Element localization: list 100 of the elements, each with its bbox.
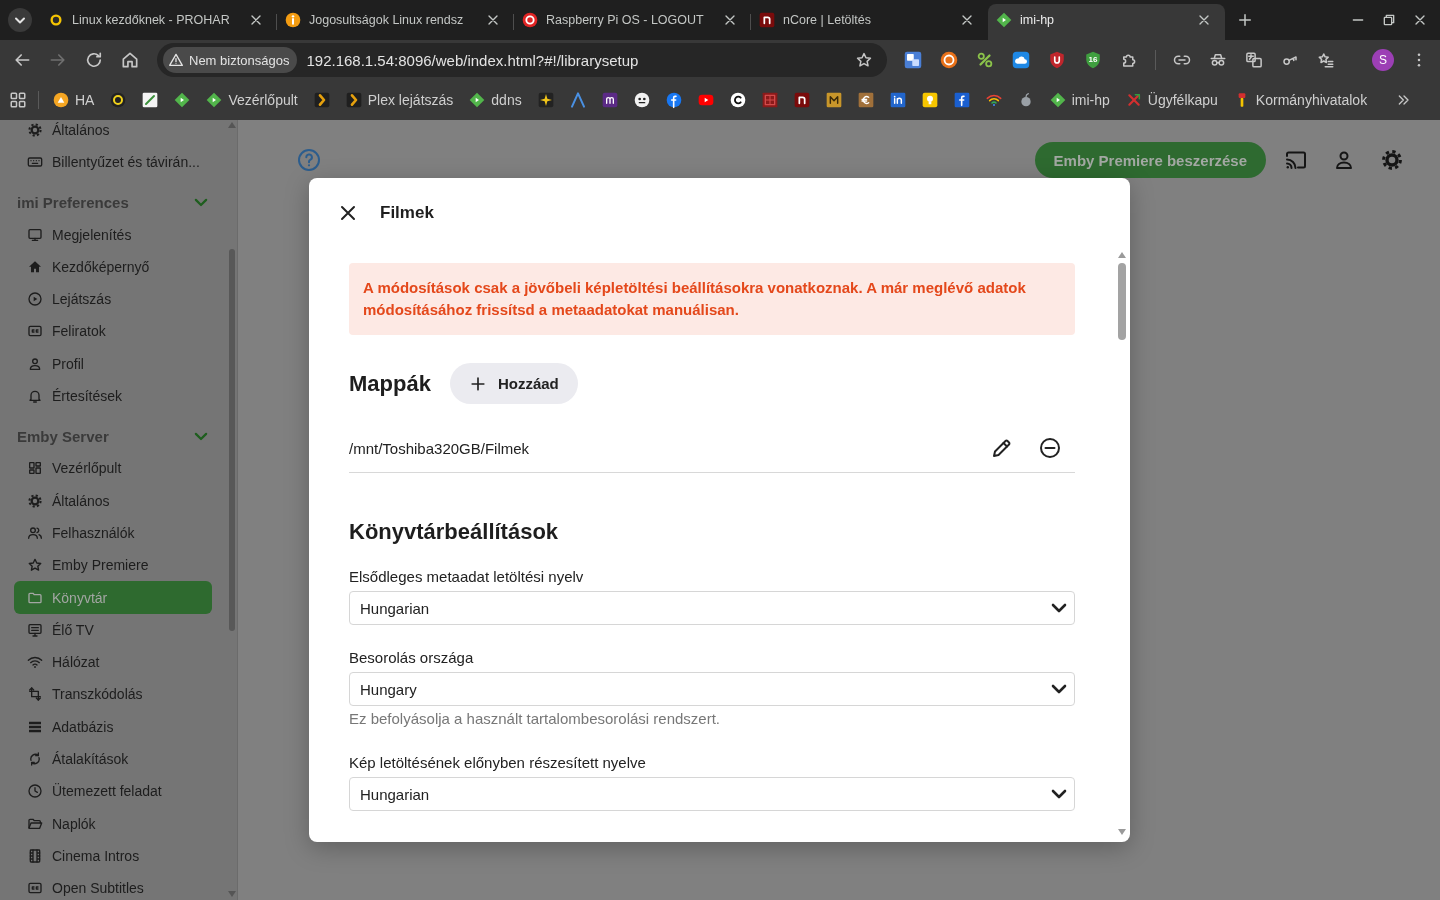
play-icon[interactable] (697, 92, 714, 108)
sidebar-item[interactable]: Vezérlőpult (14, 452, 212, 485)
premiere-button[interactable]: Emby Premiere beszerzése (1034, 142, 1266, 178)
apps-icon[interactable] (9, 91, 27, 109)
sidebar-item[interactable]: Adatbázis (14, 710, 212, 743)
incognito-icon[interactable] (1209, 51, 1227, 69)
clock-icon (27, 783, 43, 800)
field-label: Elsődleges metaadat letöltési nyelv (349, 568, 585, 586)
address-bar[interactable]: Nem biztonságos 192.168.1.54:8096/web/index.html?#!/librarysetup (157, 43, 887, 77)
profile-avatar[interactable]: S (1372, 49, 1394, 71)
section-header[interactable]: Emby Server (0, 412, 228, 453)
ring-icon[interactable] (110, 92, 127, 108)
sparkle-icon[interactable] (537, 92, 554, 108)
circle-icon[interactable] (665, 92, 682, 108)
help-text: Ez befolyásolja a használt tartalombesorolási rendszert. (349, 710, 722, 728)
wifi-icon[interactable] (985, 92, 1002, 108)
dropdown[interactable]: Hungarian (349, 777, 1075, 811)
section-header[interactable]: imi Preferences (0, 178, 228, 219)
sidebar-item[interactable]: Feliratok (14, 315, 212, 348)
chevron-icon (345, 92, 362, 108)
translate-icon[interactable] (904, 51, 922, 69)
chevron-icon[interactable] (313, 92, 330, 108)
scroll-up-arrow-icon[interactable] (1118, 252, 1126, 258)
circle-icon[interactable] (729, 92, 746, 108)
home-icon[interactable] (120, 50, 140, 70)
bulb-icon[interactable] (921, 92, 938, 108)
sidebar-item[interactable]: Átalakítások (14, 742, 212, 776)
sidebar-item[interactable]: Lejátszás (14, 283, 212, 316)
square-icon[interactable] (953, 92, 970, 108)
film-icon (27, 847, 43, 864)
cross-icon (1125, 92, 1142, 108)
percent-icon[interactable] (976, 51, 994, 69)
restore-icon[interactable] (1381, 12, 1397, 28)
sidebar-item[interactable]: Profil (14, 347, 212, 380)
bell-icon (27, 388, 43, 405)
sidebar-item[interactable]: Értesítések (14, 379, 212, 413)
translate-icon[interactable] (1245, 51, 1263, 69)
play-icon (27, 291, 43, 308)
tab-search-icon[interactable] (8, 8, 32, 32)
sidebar-item[interactable]: Transzkódolás (14, 678, 212, 711)
square-icon[interactable] (825, 92, 842, 108)
sidebar-item[interactable]: Billentyűzet és távirán... (14, 146, 212, 179)
scrollbar-thumb[interactable] (1118, 263, 1126, 340)
browser-tab[interactable]: imi-hp (988, 4, 1225, 40)
settings-icon[interactable] (1380, 148, 1404, 172)
sidebar-item[interactable]: Felhasználók (14, 516, 212, 550)
screen-icon (27, 621, 43, 638)
shield-icon[interactable] (1048, 51, 1066, 69)
circle-icon (53, 92, 69, 108)
bookmark[interactable]: Vezérlőpult (198, 86, 306, 114)
sidebar-item[interactable]: Naplók (14, 807, 212, 840)
section-heading: Könyvtárbeállítások (349, 518, 560, 546)
sidebar-item[interactable]: Ütemezett feladat (14, 775, 212, 808)
star-icon[interactable] (855, 51, 873, 69)
sidebar-item[interactable]: Cinema Intros (14, 839, 212, 873)
scroll-down-arrow-icon[interactable] (1118, 829, 1126, 835)
circle-icon[interactable] (940, 51, 958, 69)
extensions-icon[interactable] (1120, 51, 1138, 69)
bookmark[interactable]: Plex lejátszás (337, 86, 462, 114)
browser-tab[interactable]: Raspberry Pi OS - LOGOUT (514, 4, 751, 40)
plus-icon[interactable] (1236, 11, 1254, 29)
sidebar-item[interactable]: Emby Premiere (14, 549, 212, 582)
scrollbar-thumb[interactable] (229, 249, 235, 631)
bookmark[interactable]: ddns (461, 86, 530, 114)
badge-count: 16 (1087, 55, 1099, 65)
security-chip[interactable]: Nem biztonságos (163, 47, 298, 73)
sidebar-item[interactable]: Hálózat (14, 645, 212, 679)
sidebar-item[interactable]: Általános (14, 484, 212, 517)
bookmark[interactable]: Kormányhivatalok (1225, 86, 1376, 114)
browser-tab[interactable]: Linux kezdőknek - PROHAR (40, 4, 277, 40)
diamond-icon[interactable] (174, 92, 191, 108)
shield-icon[interactable]: 16 (1084, 51, 1102, 69)
sidebar-item[interactable]: Open Subtitles (14, 872, 212, 900)
cloud-icon[interactable] (1012, 51, 1030, 69)
dropdown[interactable]: Hungarian (349, 591, 1075, 625)
dropdown[interactable]: Hungary (349, 672, 1075, 706)
bookmark[interactable]: imi-hp (1041, 86, 1118, 114)
browser-tab[interactable]: nCore | Letöltés (751, 4, 988, 40)
square-icon (759, 12, 775, 28)
sidebar-item[interactable]: Megjelenítés (14, 218, 212, 251)
crop-icon (27, 686, 43, 703)
sidebar-item[interactable]: Élő TV (14, 613, 212, 646)
bookmark[interactable]: Ügyfélkapu (1117, 86, 1226, 114)
peak-icon[interactable] (569, 92, 586, 108)
minus-circle-icon[interactable] (1038, 436, 1062, 460)
square-icon[interactable] (601, 92, 618, 108)
sidebar-item[interactable]: Könyvtár (14, 581, 212, 614)
browser-tab[interactable]: Jogosultságok Linux rendsz (277, 4, 514, 40)
add-button[interactable]: Hozzáad (449, 363, 578, 404)
square-icon[interactable] (889, 92, 906, 108)
star-list-icon[interactable] (1317, 51, 1335, 69)
reload-icon[interactable] (84, 50, 104, 70)
square-icon[interactable] (857, 92, 874, 108)
slash-icon[interactable] (142, 92, 159, 108)
gear-icon (27, 121, 43, 138)
smiley-icon[interactable] (633, 92, 650, 108)
sidebar-item[interactable]: Kezdőképernyő (14, 250, 212, 283)
square-icon[interactable] (793, 92, 810, 108)
sidebar-item[interactable]: Általános (14, 120, 212, 147)
bookmark[interactable]: HA (45, 86, 103, 114)
